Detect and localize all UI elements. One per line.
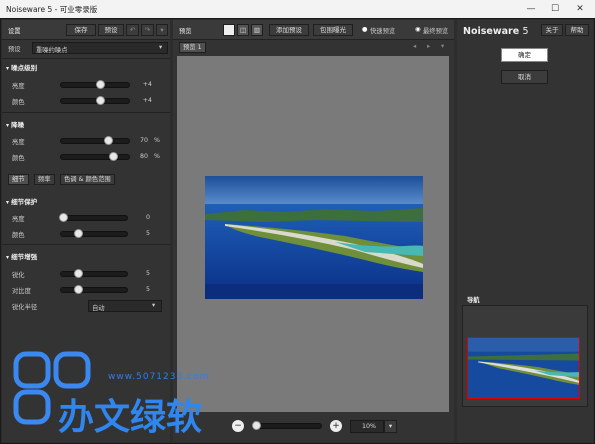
chevron-down-icon[interactable]: ▾ — [384, 420, 397, 433]
single-view-icon[interactable] — [223, 24, 235, 36]
contrast-label: 对比度 — [12, 288, 31, 295]
scroll-left-icon[interactable]: ◂ — [413, 43, 416, 50]
title-bar: Noiseware 5 - 可业零录版 — ☐ ✕ — [0, 0, 595, 18]
tab-preview-1[interactable]: 预览 1 — [179, 42, 206, 53]
sharpen-radius-label: 锐化半径 — [12, 304, 38, 311]
about-button[interactable]: 关于 — [541, 24, 563, 36]
chevron-down-icon: ▾ — [152, 302, 156, 309]
divider — [2, 244, 170, 245]
nr-luma-slider[interactable] — [60, 138, 130, 144]
dp-luma-label: 亮度 — [12, 216, 25, 223]
chevron-down-icon[interactable]: ▾ — [441, 43, 444, 50]
nr-luma-label: 亮度 — [12, 139, 25, 146]
dp-chroma-value: 5 — [145, 230, 150, 237]
zoom-in-icon[interactable]: + — [330, 420, 342, 432]
slider-knob[interactable] — [73, 229, 83, 238]
final-preview-label: 最终预览 — [423, 28, 449, 35]
dp-chroma-label: 颜色 — [12, 232, 25, 239]
contrast-value: 5 — [145, 286, 150, 293]
window-title: Noiseware 5 - 可业零录版 — [6, 5, 98, 14]
coastline-photo — [205, 176, 423, 299]
slider-knob[interactable] — [73, 285, 83, 294]
sharpen-slider[interactable] — [60, 271, 128, 277]
nr-chroma-slider[interactable] — [60, 154, 130, 160]
bracket-button[interactable]: 包围曝光 — [313, 24, 353, 36]
app-logo: Noiseware 5 — [463, 26, 529, 37]
side-by-side-icon[interactable]: ▥ — [251, 24, 263, 36]
fast-preview-label: 快速预览 — [370, 28, 396, 35]
nr-chroma-label: 颜色 — [12, 155, 25, 162]
preview-title: 预览 — [179, 28, 192, 35]
nr-chroma-unit: % — [154, 153, 160, 160]
zoom-select[interactable]: 10% — [350, 420, 384, 433]
watermark-url: www.5071233.com — [108, 372, 210, 382]
redo-icon[interactable]: ↷ — [141, 24, 154, 36]
section-detail-enhance[interactable]: 细节增强 — [6, 251, 37, 261]
minimize-button[interactable]: — — [520, 2, 542, 16]
contrast-slider[interactable] — [60, 287, 128, 293]
slider-knob[interactable] — [108, 152, 118, 161]
noise-luma-label: 亮度 — [12, 83, 25, 90]
divider — [2, 112, 170, 113]
chevron-down-icon[interactable]: ▾ — [156, 24, 168, 36]
zoom-slider[interactable] — [252, 423, 322, 429]
preset-label: 预设 — [8, 46, 21, 53]
undo-icon[interactable]: ↶ — [126, 24, 139, 36]
preset-value: 重噪约噪点 — [36, 47, 68, 54]
zoom-out-icon[interactable]: − — [232, 420, 244, 432]
logo-version: 5 — [522, 26, 529, 37]
dp-chroma-slider[interactable] — [60, 231, 128, 237]
preset-button[interactable]: 预设 — [98, 24, 124, 36]
section-detail-protection[interactable]: 细节保护 — [6, 196, 37, 206]
slider-knob[interactable] — [58, 213, 68, 222]
scroll-right-icon[interactable]: ▸ — [427, 43, 430, 50]
chevron-down-icon: ▾ — [159, 44, 163, 51]
preview-image[interactable] — [205, 176, 423, 299]
noise-chroma-value: +4 — [142, 97, 152, 104]
slider-knob[interactable] — [95, 96, 105, 105]
watermark-text: 办文绿软 — [58, 397, 203, 438]
tab-detail[interactable]: 细节 — [8, 174, 29, 185]
noise-chroma-label: 颜色 — [12, 99, 25, 106]
navigator-thumbnail[interactable] — [467, 337, 580, 399]
save-button[interactable]: 保存 — [66, 24, 96, 36]
maximize-button[interactable]: ☐ — [544, 2, 566, 16]
sharpen-label: 锐化 — [12, 272, 25, 279]
thumbnail-photo — [468, 338, 579, 398]
slider-knob[interactable] — [73, 269, 83, 278]
ok-button[interactable]: 确定 — [501, 48, 548, 62]
fast-preview-radio[interactable]: ● — [362, 26, 368, 33]
noise-luma-slider[interactable] — [60, 82, 130, 88]
noise-chroma-slider[interactable] — [60, 98, 130, 104]
slider-knob[interactable] — [103, 136, 113, 145]
logo-name: Noiseware — [463, 26, 520, 37]
section-noise-reduction[interactable]: 降噪 — [6, 119, 24, 129]
final-preview-radio[interactable]: ◉ — [415, 26, 421, 33]
nr-luma-unit: % — [154, 137, 160, 144]
sharpen-radius-value: 自动 — [92, 305, 105, 312]
navigator-title: 导航 — [467, 297, 480, 304]
help-button[interactable]: 帮助 — [565, 24, 589, 36]
cancel-button[interactable]: 取消 — [501, 70, 548, 84]
add-preset-button[interactable]: 添加预设 — [269, 24, 309, 36]
section-noise-level[interactable]: 噪点级别 — [6, 62, 37, 72]
split-view-icon[interactable]: ◫ — [237, 24, 249, 36]
nr-chroma-value: 80 — [139, 153, 148, 160]
nr-luma-value: 70 — [139, 137, 148, 144]
divider — [2, 58, 170, 59]
slider-knob[interactable] — [95, 80, 105, 89]
detail-tabs: 细节 频率 色调 & 颜色范围 — [6, 174, 166, 187]
zoom-value: 10% — [362, 423, 376, 430]
tab-tone-color[interactable]: 色调 & 颜色范围 — [60, 174, 115, 185]
settings-title: 设置 — [8, 28, 21, 35]
noise-luma-value: +4 — [142, 81, 152, 88]
dp-luma-slider[interactable] — [60, 215, 128, 221]
sharpen-value: 5 — [145, 270, 150, 277]
close-button[interactable]: ✕ — [569, 2, 591, 16]
preset-dropdown[interactable]: 重噪约噪点 ▾ — [32, 42, 168, 54]
dp-luma-value: 0 — [145, 214, 150, 221]
sharpen-radius-dropdown[interactable]: 自动 ▾ — [88, 300, 162, 312]
tab-frequency[interactable]: 频率 — [34, 174, 55, 185]
